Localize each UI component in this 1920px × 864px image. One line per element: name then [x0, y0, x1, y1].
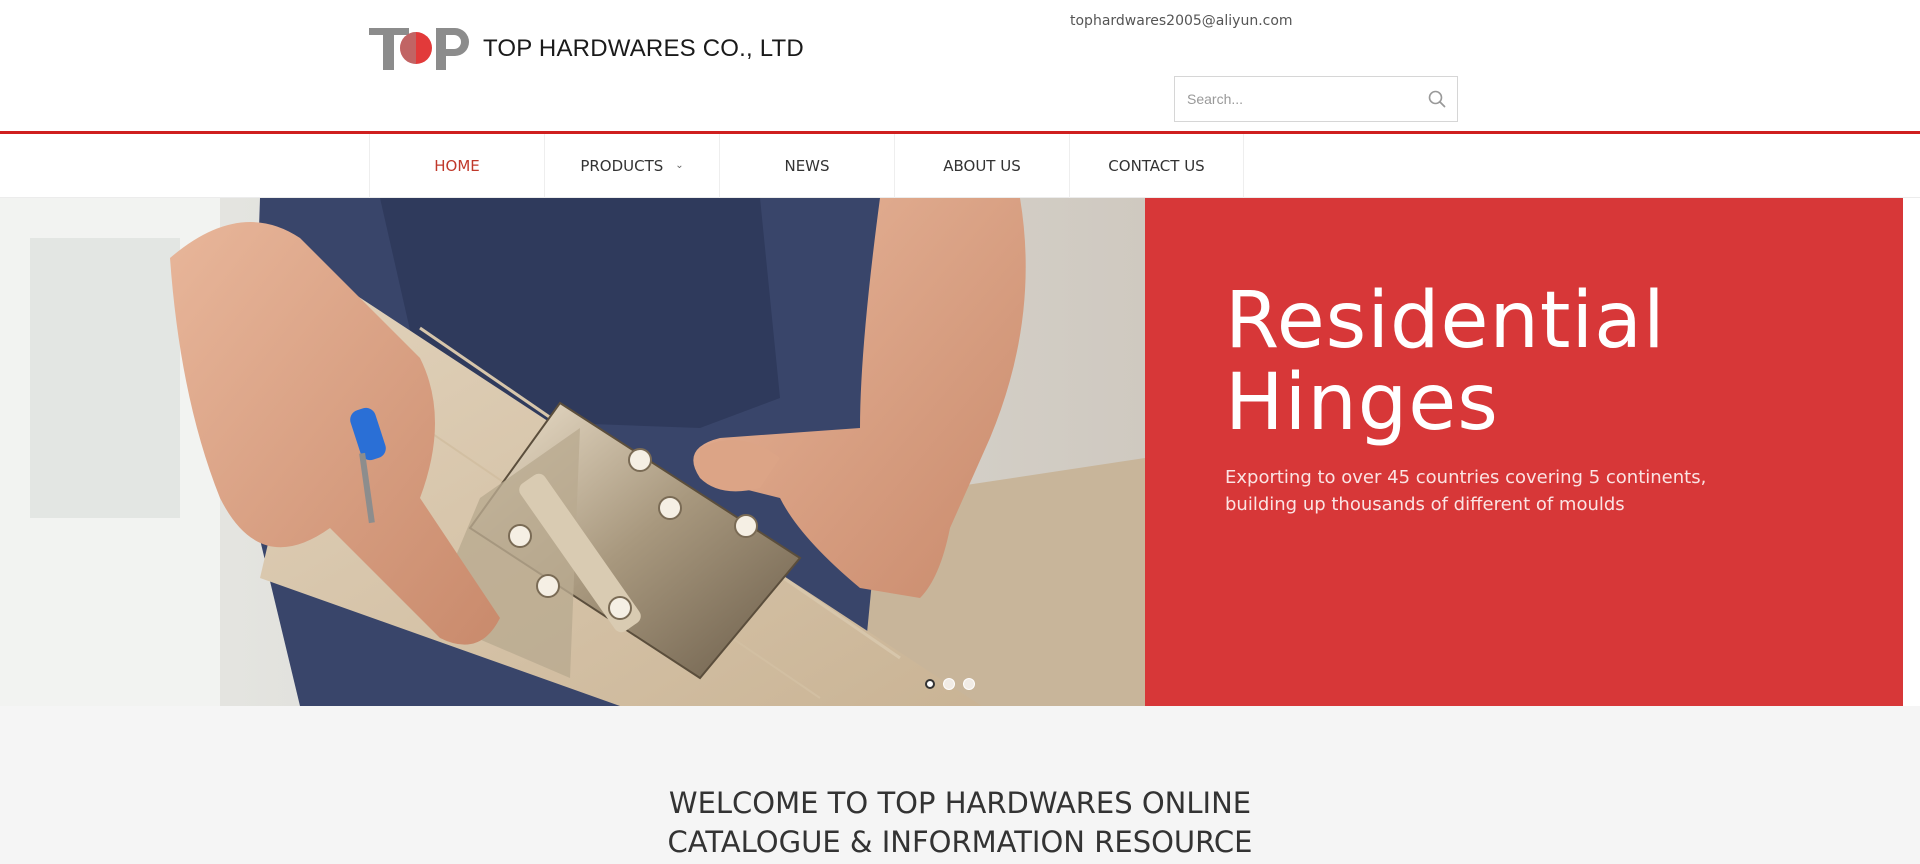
- hero-image-hinge: [0, 198, 1145, 706]
- hero-subtitle-line1: Exporting to over 45 countries covering …: [1225, 467, 1707, 488]
- nav-item-about-us[interactable]: ABOUT US: [894, 134, 1069, 198]
- nav-item-contact-us[interactable]: CONTACT US: [1069, 134, 1244, 198]
- nav-item-label: ABOUT US: [943, 157, 1021, 175]
- slider-dot-1[interactable]: [925, 679, 935, 689]
- hero-title-line1: Residential: [1225, 276, 1666, 366]
- hero-edge: [1903, 198, 1920, 706]
- site-header: TOP HARDWARES CO., LTD tophardwares2005@…: [0, 0, 1920, 131]
- nav-item-products[interactable]: PRODUCTS ⌄: [544, 134, 719, 198]
- slider-dot-2[interactable]: [943, 678, 955, 690]
- welcome-heading-line1: WELCOME TO TOP HARDWARES ONLINE: [668, 786, 1252, 820]
- contact-email[interactable]: tophardwares2005@aliyun.com: [1070, 13, 1293, 29]
- nav-item-news[interactable]: NEWS: [719, 134, 894, 198]
- hero-title: Residential Hinges: [1225, 280, 1825, 444]
- hero-slider[interactable]: Residential Hinges Exporting to over 45 …: [0, 198, 1920, 706]
- nav-item-label: HOME: [434, 157, 480, 175]
- search-icon[interactable]: [1427, 89, 1447, 109]
- nav-item-label: NEWS: [784, 157, 830, 175]
- nav-item-label: CONTACT US: [1108, 157, 1205, 175]
- search-input[interactable]: [1187, 87, 1417, 111]
- company-name: TOP HARDWARES CO., LTD: [483, 35, 804, 62]
- hero-caption-panel: Residential Hinges Exporting to over 45 …: [1145, 198, 1903, 706]
- welcome-heading-line2: CATALOGUE & INFORMATION RESOURCE: [667, 825, 1253, 859]
- slider-pagination: [925, 678, 975, 690]
- welcome-heading: WELCOME TO TOP HARDWARES ONLINE CATALOGU…: [560, 784, 1360, 862]
- welcome-section: WELCOME TO TOP HARDWARES ONLINE CATALOGU…: [0, 706, 1920, 864]
- hero-subtitle-line2: building up thousands of different of mo…: [1225, 494, 1625, 515]
- slider-dot-3[interactable]: [963, 678, 975, 690]
- nav-item-home[interactable]: HOME: [369, 134, 544, 198]
- company-logo[interactable]: TOP HARDWARES CO., LTD: [369, 24, 839, 74]
- top-logo-mark: [369, 28, 469, 70]
- search-box: [1174, 76, 1458, 122]
- hero-subtitle: Exporting to over 45 countries covering …: [1225, 464, 1785, 518]
- chevron-down-icon: ⌄: [675, 159, 684, 171]
- main-nav: HOME PRODUCTS ⌄ NEWS ABOUT US CONTACT US: [0, 134, 1920, 198]
- nav-item-label: PRODUCTS: [580, 157, 664, 175]
- hero-title-line2: Hinges: [1225, 358, 1499, 448]
